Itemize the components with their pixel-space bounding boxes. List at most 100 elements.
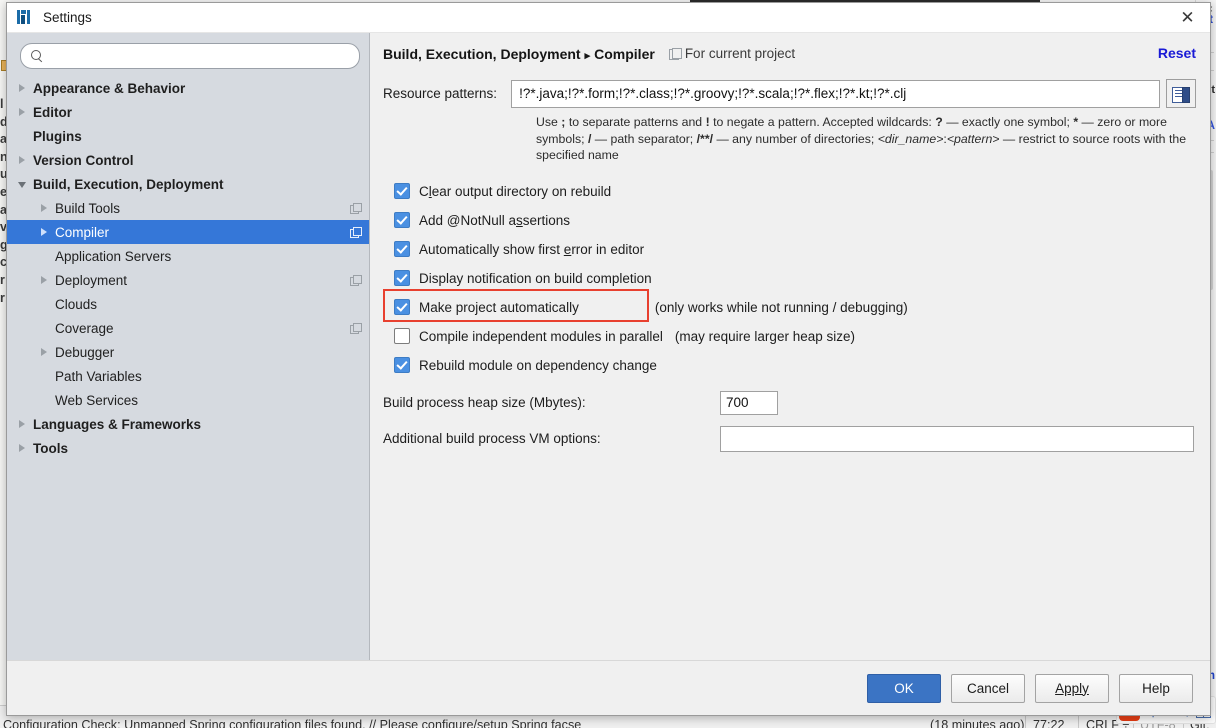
resource-patterns-input[interactable] bbox=[511, 79, 1160, 108]
intellij-idea-logo-icon bbox=[17, 9, 34, 26]
breadcrumb-separator-icon: ▸ bbox=[584, 50, 591, 62]
expand-editor-icon[interactable] bbox=[1166, 79, 1196, 108]
breadcrumb-current: Compiler bbox=[594, 46, 655, 62]
chevron-down-icon[interactable] bbox=[18, 180, 27, 189]
status-caret-position[interactable]: 77:22 bbox=[1033, 718, 1065, 728]
sidebar-item-application-servers[interactable]: Application Servers bbox=[7, 244, 369, 268]
sidebar-item-tools[interactable]: Tools bbox=[7, 436, 369, 460]
settings-dialog: Settings ✕ Appearance & Behavior Editor Pl… bbox=[6, 2, 1211, 716]
status-message: Configuration Check: Unmapped Spring con… bbox=[3, 718, 582, 728]
cancel-button[interactable]: Cancel bbox=[951, 673, 1025, 703]
dialog-title: Settings bbox=[43, 10, 92, 25]
settings-main-pane: Build, Execution, Deployment ▸ Compiler Fo… bbox=[370, 33, 1210, 660]
sidebar-item-label: Appearance & Behavior bbox=[33, 80, 186, 96]
sidebar-item-label: Build, Execution, Deployment bbox=[33, 176, 224, 192]
heap-size-row: Build process heap size (Mbytes): bbox=[383, 390, 1196, 415]
sidebar-item-version-control[interactable]: Version Control bbox=[7, 148, 369, 172]
chevron-right-icon[interactable] bbox=[40, 347, 49, 357]
module-scope-icon bbox=[350, 323, 362, 334]
checkbox-row-add-notnull-assertions: Add @NotNull assertions bbox=[383, 206, 1196, 235]
checkbox-label[interactable]: Clear output directory on rebuild bbox=[419, 184, 611, 199]
sidebar-item-languages-frameworks[interactable]: Languages & Frameworks bbox=[7, 412, 369, 436]
sidebar-item-label: Editor bbox=[33, 104, 72, 120]
sidebar-item-debugger[interactable]: Debugger bbox=[7, 340, 369, 364]
resource-patterns-help-text: Use ; to separate patterns and ! to nega… bbox=[536, 115, 1187, 162]
status-divider bbox=[1025, 714, 1026, 728]
reset-link[interactable]: Reset bbox=[1158, 45, 1196, 61]
checkbox-label[interactable]: Rebuild module on dependency change bbox=[419, 358, 657, 373]
checkbox-rebuild-module-on-dependency-change[interactable] bbox=[394, 357, 410, 373]
chevron-right-icon[interactable] bbox=[40, 275, 49, 285]
checkbox-label[interactable]: Add @NotNull assertions bbox=[419, 213, 570, 228]
sidebar-item-label: Web Services bbox=[55, 392, 139, 408]
status-divider bbox=[1078, 714, 1079, 728]
chevron-right-icon[interactable] bbox=[18, 419, 27, 429]
sidebar-item-coverage[interactable]: Coverage bbox=[7, 316, 369, 340]
sidebar-item-web-services[interactable]: Web Services bbox=[7, 388, 369, 412]
sidebar-item-deployment[interactable]: Deployment bbox=[7, 268, 369, 292]
resource-patterns-row: Resource patterns: bbox=[383, 79, 1196, 108]
checkbox-add-notnull-assertions[interactable] bbox=[394, 212, 410, 228]
chevron-right-icon[interactable] bbox=[18, 107, 27, 117]
resource-patterns-label: Resource patterns: bbox=[383, 86, 498, 101]
chevron-right-icon[interactable] bbox=[40, 203, 49, 213]
sidebar-item-path-variables[interactable]: Path Variables bbox=[7, 364, 369, 388]
breadcrumb: Build, Execution, Deployment ▸ Compiler bbox=[383, 46, 655, 62]
sidebar-item-label: Tools bbox=[33, 440, 68, 456]
checkbox-note: (only works while not running / debuggin… bbox=[654, 299, 908, 315]
checkbox-clear-output-directory-on-rebuild[interactable] bbox=[394, 183, 410, 199]
dialog-body: Appearance & Behavior Editor Plugins Versio… bbox=[7, 33, 1210, 660]
checkbox-row-rebuild-module-on-dependency-change: Rebuild module on dependency change bbox=[383, 351, 1196, 380]
help-button[interactable]: Help bbox=[1119, 673, 1193, 703]
chevron-right-icon[interactable] bbox=[18, 155, 27, 165]
sidebar-item-clouds[interactable]: Clouds bbox=[7, 292, 369, 316]
sidebar-item-label: Build Tools bbox=[55, 200, 121, 216]
settings-tree: Appearance & Behavior Editor Plugins Versio… bbox=[7, 74, 369, 660]
chevron-right-icon[interactable] bbox=[18, 443, 27, 453]
checkbox-make-project-automatically[interactable] bbox=[394, 299, 410, 315]
checkbox-label[interactable]: Make project automatically bbox=[419, 300, 579, 315]
close-icon[interactable]: ✕ bbox=[1165, 3, 1210, 32]
status-time-ago: (18 minutes ago) bbox=[930, 718, 1025, 728]
vm-options-input[interactable] bbox=[720, 425, 1194, 452]
sidebar-item-label: Coverage bbox=[55, 320, 114, 336]
heap-size-label: Build process heap size (Mbytes): bbox=[383, 395, 586, 410]
module-scope-icon bbox=[350, 275, 362, 286]
search-icon bbox=[31, 50, 43, 63]
checkbox-compile-independent-modules-in-parallel[interactable] bbox=[394, 328, 410, 344]
sidebar-item-label: Debugger bbox=[55, 344, 115, 360]
checkbox-row-automatically-show-first-error-in-editor: Automatically show first error in editor bbox=[383, 235, 1196, 264]
checkbox-automatically-show-first-error-in-editor[interactable] bbox=[394, 241, 410, 257]
sidebar-item-build-tools[interactable]: Build Tools bbox=[7, 196, 369, 220]
search-input[interactable] bbox=[48, 47, 349, 65]
checkbox-label[interactable]: Compile independent modules in parallel bbox=[419, 329, 663, 344]
chevron-right-icon[interactable] bbox=[18, 83, 27, 93]
module-scope-icon bbox=[350, 227, 362, 238]
sidebar-item-plugins[interactable]: Plugins bbox=[7, 124, 369, 148]
sidebar-item-label: Path Variables bbox=[55, 368, 142, 384]
chevron-right-icon[interactable] bbox=[40, 227, 49, 237]
sidebar-item-editor[interactable]: Editor bbox=[7, 100, 369, 124]
module-scope-icon bbox=[668, 48, 682, 60]
breadcrumb-parent[interactable]: Build, Execution, Deployment bbox=[383, 46, 581, 62]
scope-indicator: For current project bbox=[668, 46, 796, 61]
checkbox-label[interactable]: Automatically show first error in editor bbox=[419, 242, 644, 257]
sidebar-item-build-execution-deployment[interactable]: Build, Execution, Deployment bbox=[7, 172, 369, 196]
checkbox-row-clear-output-directory-on-rebuild: Clear output directory on rebuild bbox=[383, 177, 1196, 206]
checkbox-label[interactable]: Display notification on build completion bbox=[419, 271, 652, 286]
checkbox-display-notification-on-build-completion[interactable] bbox=[394, 270, 410, 286]
sidebar-item-appearance-behavior[interactable]: Appearance & Behavior bbox=[7, 76, 369, 100]
sidebar-item-label: Application Servers bbox=[55, 248, 172, 264]
search-box[interactable] bbox=[20, 43, 360, 69]
heap-size-input[interactable] bbox=[720, 390, 778, 415]
apply-button[interactable]: Apply bbox=[1035, 673, 1109, 703]
settings-sidebar: Appearance & Behavior Editor Plugins Versio… bbox=[7, 33, 370, 660]
checkbox-row-compile-independent-modules-in-parallel: Compile independent modules in parallel (… bbox=[383, 322, 1196, 351]
ok-button[interactable]: OK bbox=[867, 673, 941, 703]
sidebar-item-compiler[interactable]: Compiler bbox=[7, 220, 369, 244]
scope-label: For current project bbox=[684, 46, 796, 61]
sidebar-item-label: Deployment bbox=[55, 272, 128, 288]
